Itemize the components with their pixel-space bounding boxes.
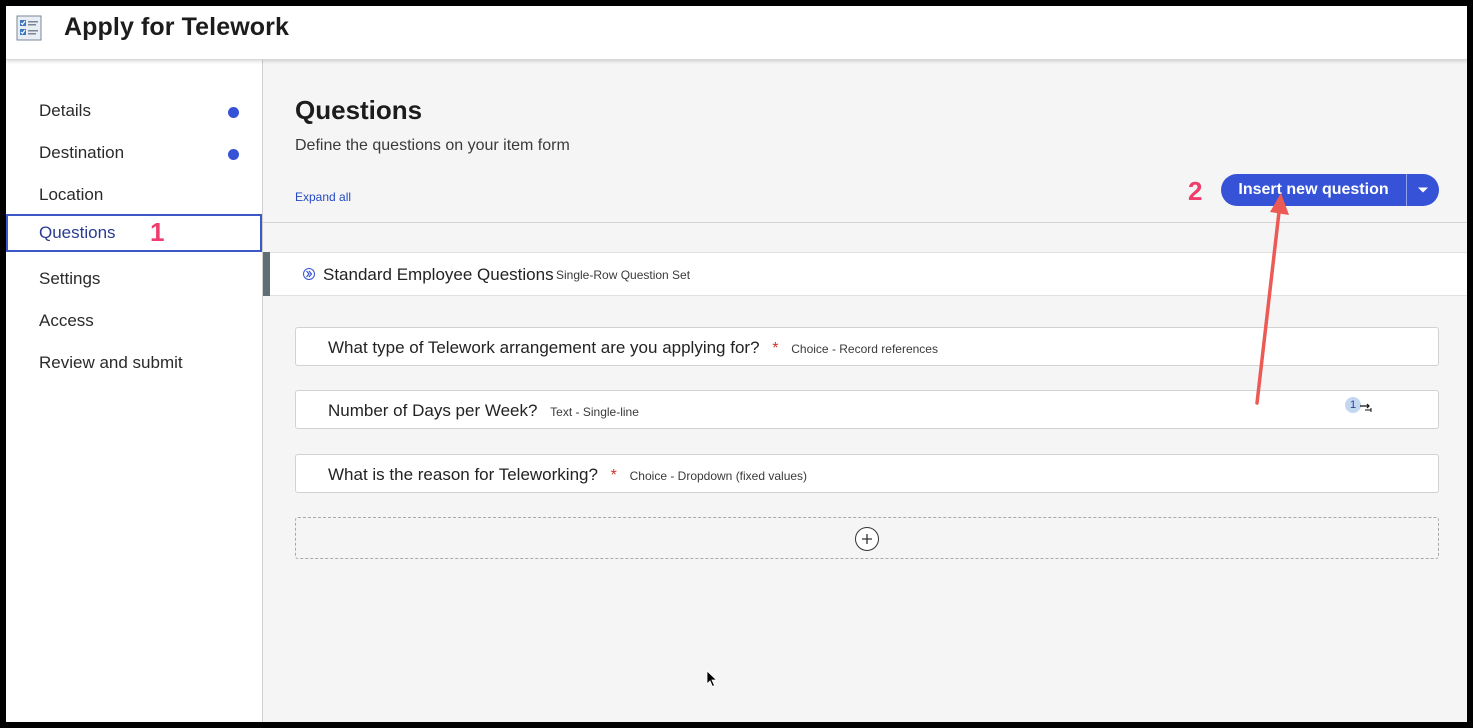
sidebar-item-destination[interactable]: Destination: [6, 134, 262, 172]
main-content: Questions Define the questions on your i…: [263, 60, 1467, 722]
insert-new-question-label: Insert new question: [1221, 174, 1407, 206]
required-marker: *: [772, 340, 779, 357]
question-card[interactable]: What is the reason for Teleworking? * Ch…: [295, 454, 1439, 493]
expand-chevron-icon[interactable]: [303, 268, 315, 280]
expand-all-link[interactable]: Expand all: [295, 190, 351, 204]
app-window: Apply for Telework Details Destination L…: [6, 6, 1467, 722]
page-title: Apply for Telework: [64, 13, 289, 41]
question-type: Choice - Record references: [791, 342, 938, 356]
selection-bar: [263, 252, 270, 296]
sidebar-item-details[interactable]: Details: [6, 92, 262, 130]
question-text: Number of Days per Week?: [328, 401, 538, 420]
question-card[interactable]: Number of Days per Week? Text - Single-l…: [295, 390, 1439, 429]
drag-handle-icon[interactable]: [1359, 402, 1373, 414]
divider: [263, 222, 1467, 223]
incomplete-dot-icon: [228, 149, 239, 160]
app-header: Apply for Telework: [6, 6, 1467, 60]
sidebar-item-questions[interactable]: Questions 1: [6, 214, 262, 252]
question-text: What type of Telework arrangement are yo…: [328, 338, 760, 357]
sidebar-item-label: Settings: [39, 269, 101, 288]
sidebar: Details Destination Location Questions 1…: [6, 60, 263, 722]
sidebar-item-label: Details: [39, 101, 91, 120]
section-title: Questions: [295, 95, 423, 125]
sidebar-item-label: Review and submit: [39, 353, 183, 372]
incomplete-dot-icon: [228, 107, 239, 118]
question-text: What is the reason for Teleworking?: [328, 465, 598, 484]
question-type: Choice - Dropdown (fixed values): [629, 469, 808, 483]
question-set-row[interactable]: Standard Employee Questions Single-Row Q…: [263, 252, 1467, 296]
insert-new-question-button[interactable]: Insert new question: [1221, 174, 1439, 206]
sidebar-item-label: Questions: [39, 223, 116, 242]
question-type: Text - Single-line: [550, 405, 639, 419]
mouse-cursor-icon: [706, 670, 718, 688]
question-card[interactable]: What type of Telework arrangement are yo…: [295, 327, 1439, 366]
insert-options-dropdown[interactable]: [1407, 174, 1439, 206]
sidebar-item-review-and-submit[interactable]: Review and submit: [6, 344, 262, 382]
section-subtitle: Define the questions on your item form: [295, 137, 570, 154]
add-icon[interactable]: [855, 527, 879, 551]
add-question-dropzone[interactable]: [295, 517, 1439, 559]
step-2-annotation: 2: [1188, 176, 1203, 206]
question-set-type: Single-Row Question Set: [556, 268, 691, 282]
step-1-annotation: 1: [150, 217, 165, 247]
question-set-name: Standard Employee Questions: [323, 265, 554, 284]
sidebar-item-location[interactable]: Location: [6, 176, 262, 214]
chevron-right-icon: [306, 270, 313, 278]
sidebar-item-label: Location: [39, 185, 104, 204]
catalog-form-icon: [16, 15, 42, 41]
sidebar-item-settings[interactable]: Settings: [6, 260, 262, 298]
required-marker: *: [610, 467, 617, 484]
caret-down-icon: [1418, 187, 1428, 193]
sidebar-item-label: Access: [39, 311, 94, 330]
plus-icon: [862, 534, 872, 544]
sidebar-item-access[interactable]: Access: [6, 302, 262, 340]
sidebar-item-label: Destination: [39, 143, 125, 162]
